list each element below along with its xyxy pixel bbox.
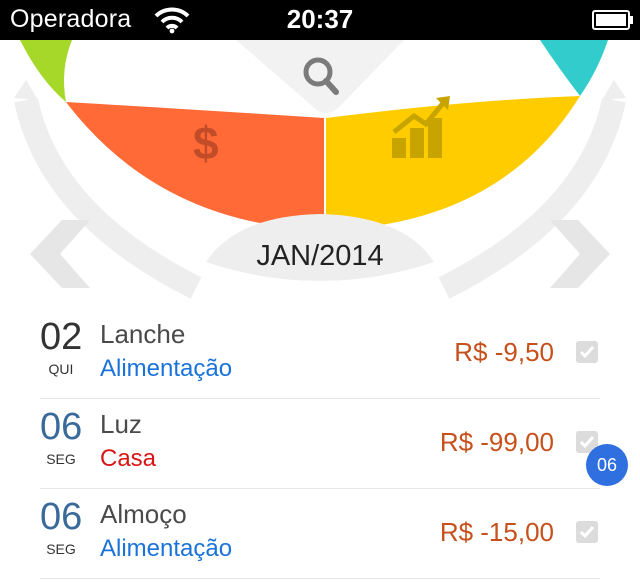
transaction-category: Alimentação <box>100 355 233 382</box>
paid-checkbox[interactable] <box>576 341 598 363</box>
chevron-right-icon[interactable] <box>550 220 610 288</box>
transaction-amount: R$ -99,00 <box>439 427 554 457</box>
clock: 20:37 <box>286 4 354 34</box>
transaction-weekday: SEG <box>46 451 76 467</box>
status-bar: Operadora 20:37 <box>0 0 640 40</box>
svg-text:$: $ <box>193 117 219 169</box>
check-icon <box>579 526 595 539</box>
transaction-weekday: SEG <box>46 541 76 557</box>
transaction-category: Alimentação <box>100 535 233 562</box>
chevron-left-icon[interactable] <box>30 220 90 288</box>
transaction-day: 06 <box>40 406 83 448</box>
check-icon <box>579 346 595 359</box>
main-content: $ JAN/2014 02 QUI Lanche Alimentação R$ … <box>0 40 640 583</box>
row-divider <box>40 578 600 579</box>
transaction-day: 02 <box>40 316 83 358</box>
transaction-row[interactable]: 06 SEG Almoço Alimentação R$ -15,00 <box>40 489 600 579</box>
transaction-day: 06 <box>40 496 83 538</box>
month-label[interactable]: JAN/2014 <box>210 234 430 278</box>
transaction-amount: R$ -9,50 <box>454 337 554 367</box>
transaction-row[interactable]: 02 QUI Lanche Alimentação R$ -9,50 <box>40 309 600 399</box>
transaction-category: Casa <box>100 445 157 472</box>
paid-checkbox[interactable] <box>576 521 598 543</box>
transaction-weekday: QUI <box>48 361 74 377</box>
transaction-description: Luz <box>100 409 142 439</box>
transaction-amount: R$ -15,00 <box>439 517 554 547</box>
battery-icon <box>592 10 633 30</box>
transaction-description: Almoço <box>100 499 187 529</box>
transaction-row[interactable]: 06 SEG Luz Casa R$ -99,00 <box>40 399 600 489</box>
category-wheel: $ <box>14 40 626 299</box>
day-badge[interactable]: 06 <box>586 444 628 486</box>
transaction-description: Lanche <box>100 319 186 349</box>
dollar-icon: $ <box>193 117 219 169</box>
wheel-segment-teal[interactable] <box>540 40 608 96</box>
